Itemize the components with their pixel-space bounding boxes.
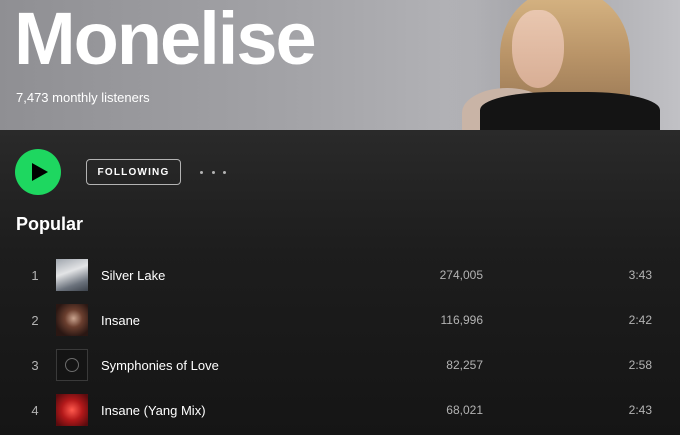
track-duration: 2:43: [628, 403, 652, 417]
track-play-count: 82,257: [446, 358, 483, 372]
track-cover-art: [56, 349, 88, 381]
track-cover-art: [56, 394, 88, 426]
track-number: 1: [31, 268, 39, 283]
monthly-listeners: 7,473 monthly listeners: [16, 90, 150, 105]
popular-track-list: 1 Silver Lake 274,005 3:43 2 Insane 116,…: [0, 253, 680, 433]
track-title: Symphonies of Love: [101, 358, 219, 373]
artist-photo-top: [480, 92, 660, 130]
track-play-count: 274,005: [439, 268, 483, 282]
play-icon: [31, 163, 48, 181]
play-button[interactable]: [15, 149, 61, 195]
artist-header: Monelise 7,473 monthly listeners: [0, 0, 680, 130]
more-options-icon: [211, 170, 215, 174]
track-row[interactable]: 1 Silver Lake 274,005 3:43: [0, 253, 680, 298]
track-duration: 2:58: [628, 358, 652, 372]
more-options-icon: [223, 170, 226, 174]
popular-heading: Popular: [16, 214, 84, 234]
track-duration: 2:42: [628, 313, 652, 327]
track-title: Silver Lake: [101, 268, 166, 283]
track-row[interactable]: 2 Insane 116,996 2:42: [0, 298, 680, 343]
track-duration: 3:43: [628, 268, 652, 282]
track-play-count: 116,996: [440, 313, 484, 327]
artist-photo-face: [512, 10, 564, 88]
track-row[interactable]: 3 Symphonies of Love 82,257 2:58: [0, 343, 680, 388]
track-number: 4: [31, 403, 39, 418]
following-button[interactable]: FOLLOWING: [86, 159, 181, 185]
track-cover-art: [56, 304, 88, 336]
more-options-icon: [200, 170, 203, 174]
more-options-button[interactable]: [200, 162, 226, 182]
track-row[interactable]: 4 Insane (Yang Mix) 68,021 2:43: [0, 388, 680, 433]
track-play-count: 68,021: [446, 403, 483, 417]
artist-name: Monelise: [14, 0, 317, 80]
track-number: 2: [31, 313, 39, 328]
track-number: 3: [31, 358, 39, 373]
track-title: Insane (Yang Mix): [101, 403, 206, 418]
track-title: Insane: [101, 313, 141, 328]
track-cover-art: [56, 259, 88, 291]
